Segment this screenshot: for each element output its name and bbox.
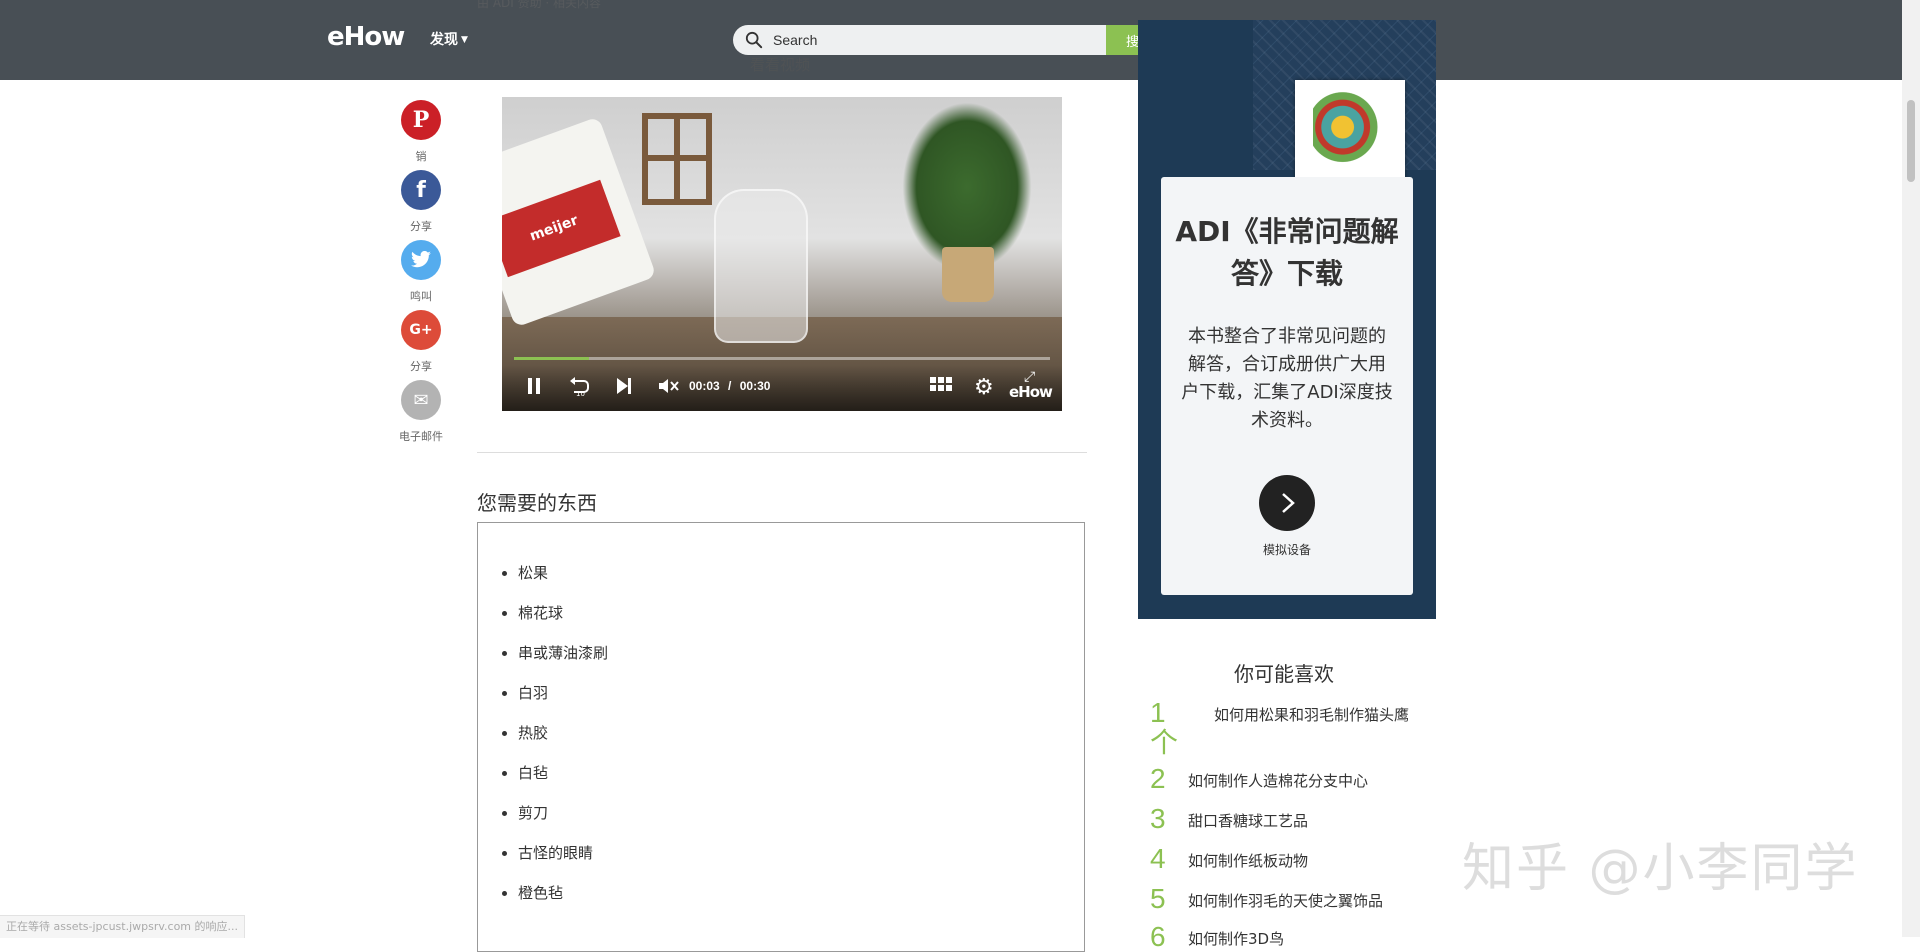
recommendation-number: 5 bbox=[1150, 883, 1166, 914]
site-logo[interactable]: eHow bbox=[327, 22, 405, 52]
video-controls: 10 00:03 / 00:30 ⚙ eHow ⤢ bbox=[502, 365, 1062, 411]
ad-cta-label: 模拟设备 bbox=[1262, 543, 1311, 557]
recommendations-title: 你可能喜欢 bbox=[1234, 662, 1334, 686]
share-facebook[interactable]: f 分享 bbox=[398, 170, 444, 239]
recommendation-number: 4 bbox=[1150, 843, 1166, 874]
list-item: 白羽 bbox=[518, 673, 1084, 713]
recommendation-number: 2 bbox=[1150, 763, 1166, 794]
next-icon[interactable] bbox=[616, 377, 632, 399]
needs-list: 松果 棉花球 串或薄油漆刷 白羽 热胶 白毡 剪刀 古怪的眼睛 橙色毡 bbox=[478, 523, 1084, 913]
ad-arrow-button[interactable] bbox=[1259, 475, 1315, 531]
recommendation-number: 6 bbox=[1150, 921, 1166, 952]
ad-book-art bbox=[1313, 92, 1387, 170]
recommendation-link[interactable]: 甜口香糖球工艺品 bbox=[1188, 810, 1388, 832]
faded-video-caption: 看看视频 bbox=[750, 56, 811, 74]
share-label: 鸣叫 bbox=[410, 290, 432, 303]
share-pinterest[interactable]: P 销 bbox=[398, 100, 444, 169]
needs-title: 您需要的东西 bbox=[477, 491, 597, 515]
email-icon[interactable]: ✉ bbox=[401, 380, 441, 420]
ad-title: ADI《非常问题解答》下载 bbox=[1175, 215, 1399, 290]
page-scrollbar[interactable] bbox=[1902, 0, 1920, 937]
video-progress-fill bbox=[514, 357, 590, 360]
share-twitter[interactable]: 鸣叫 bbox=[398, 240, 444, 309]
discover-label: 发现 bbox=[430, 32, 458, 48]
share-google-plus[interactable]: G+ 分享 bbox=[398, 310, 444, 379]
share-label: 销 bbox=[415, 150, 427, 163]
search-bar: 搜索 bbox=[733, 25, 1172, 55]
section-divider bbox=[477, 452, 1087, 453]
recommendation-link[interactable]: 如何制作羽毛的天使之翼饰品 bbox=[1188, 890, 1388, 912]
video-scene-pot bbox=[942, 247, 994, 302]
list-item: 白毡 bbox=[518, 753, 1084, 793]
list-item: 棉花球 bbox=[518, 593, 1084, 633]
video-scene-window bbox=[642, 113, 712, 205]
pinterest-icon[interactable]: P bbox=[401, 100, 441, 140]
fullscreen-icon[interactable]: ⤢ bbox=[1024, 369, 1035, 385]
ad-card[interactable]: ADI《非常问题解答》下载 本书整合了非常见问题的解答，合订成册供广大用户下载，… bbox=[1161, 177, 1413, 595]
share-label: 电子邮件 bbox=[399, 430, 443, 443]
chevron-right-icon bbox=[1282, 493, 1295, 513]
twitter-bird-glyph bbox=[411, 251, 431, 268]
settings-gear-icon[interactable]: ⚙ bbox=[974, 375, 994, 400]
ad-panel[interactable]: ADI《非常问题解答》下载 本书整合了非常见问题的解答，合订成册供广大用户下载，… bbox=[1138, 20, 1436, 619]
search-icon bbox=[745, 31, 763, 49]
recommendation-link[interactable]: 如何制作人造棉花分支中心 bbox=[1188, 770, 1388, 792]
recommendation-link[interactable]: 如何制作纸板动物 bbox=[1188, 850, 1388, 872]
video-progress-bar[interactable] bbox=[514, 357, 1050, 360]
search-input[interactable] bbox=[773, 25, 1133, 55]
browser-status-bar: 正在等待 assets-jpcust.jwpsrv.com 的响应... bbox=[0, 915, 245, 938]
video-time-current: 00:03 bbox=[689, 379, 720, 393]
caret-down-icon: ▼ bbox=[461, 35, 468, 45]
recommendation-link[interactable]: 如何用松果和羽毛制作猫头鹰 bbox=[1214, 704, 1409, 726]
svg-text:10: 10 bbox=[576, 390, 585, 397]
list-item: 剪刀 bbox=[518, 793, 1084, 833]
list-item: 古怪的眼睛 bbox=[518, 833, 1084, 873]
list-item: 松果 bbox=[518, 553, 1084, 593]
video-scene-jug: meijer bbox=[502, 116, 657, 328]
share-email[interactable]: ✉ 电子邮件 bbox=[398, 380, 444, 449]
discover-menu[interactable]: 发现 ▼ bbox=[430, 29, 468, 49]
mute-icon[interactable] bbox=[658, 377, 680, 399]
video-time-total: 00:30 bbox=[739, 379, 771, 393]
video-time-separator: / bbox=[728, 379, 732, 393]
scrollbar-thumb[interactable] bbox=[1907, 100, 1915, 182]
share-label: 分享 bbox=[410, 360, 432, 373]
site-header: 由 ADI 赞助 · 相关内容 eHow 发现▼ 搜索 广告 bbox=[0, 0, 1902, 80]
video-scene-glass-bottle bbox=[714, 189, 808, 343]
recommendation-number: 1个 bbox=[1150, 697, 1179, 758]
rewind-10-icon[interactable]: 10 bbox=[568, 377, 590, 401]
list-item: 串或薄油漆刷 bbox=[518, 633, 1084, 673]
jug-label: meijer bbox=[502, 179, 621, 278]
video-player[interactable]: meijer 10 00:03 / 00:30 ⚙ eHow ⤢ bbox=[502, 97, 1062, 411]
list-item: 热胶 bbox=[518, 713, 1084, 753]
pause-icon[interactable] bbox=[526, 377, 542, 399]
list-item: 橙色毡 bbox=[518, 873, 1084, 913]
recommendation-number: 3 bbox=[1150, 803, 1166, 834]
zhihu-watermark: 知乎 @小李同学 bbox=[1462, 839, 1859, 899]
grid-menu-icon[interactable] bbox=[930, 377, 952, 403]
video-brand-logo: eHow bbox=[1009, 383, 1053, 401]
google-plus-icon[interactable]: G+ bbox=[401, 310, 441, 350]
faded-breadcrumb: 由 ADI 赞助 · 相关内容 bbox=[477, 0, 602, 10]
facebook-icon[interactable]: f bbox=[401, 170, 441, 210]
twitter-icon[interactable] bbox=[401, 240, 441, 280]
ad-description: 本书整合了非常见问题的解答，合订成册供广大用户下载，汇集了ADI深度技术资料。 bbox=[1181, 326, 1393, 431]
needs-list-box: 松果 棉花球 串或薄油漆刷 白羽 热胶 白毡 剪刀 古怪的眼睛 橙色毡 bbox=[477, 522, 1085, 952]
video-time-display: 00:03 / 00:30 bbox=[689, 379, 770, 393]
share-label: 分享 bbox=[410, 220, 432, 233]
recommendation-link[interactable]: 如何制作3D鸟 bbox=[1188, 928, 1388, 950]
